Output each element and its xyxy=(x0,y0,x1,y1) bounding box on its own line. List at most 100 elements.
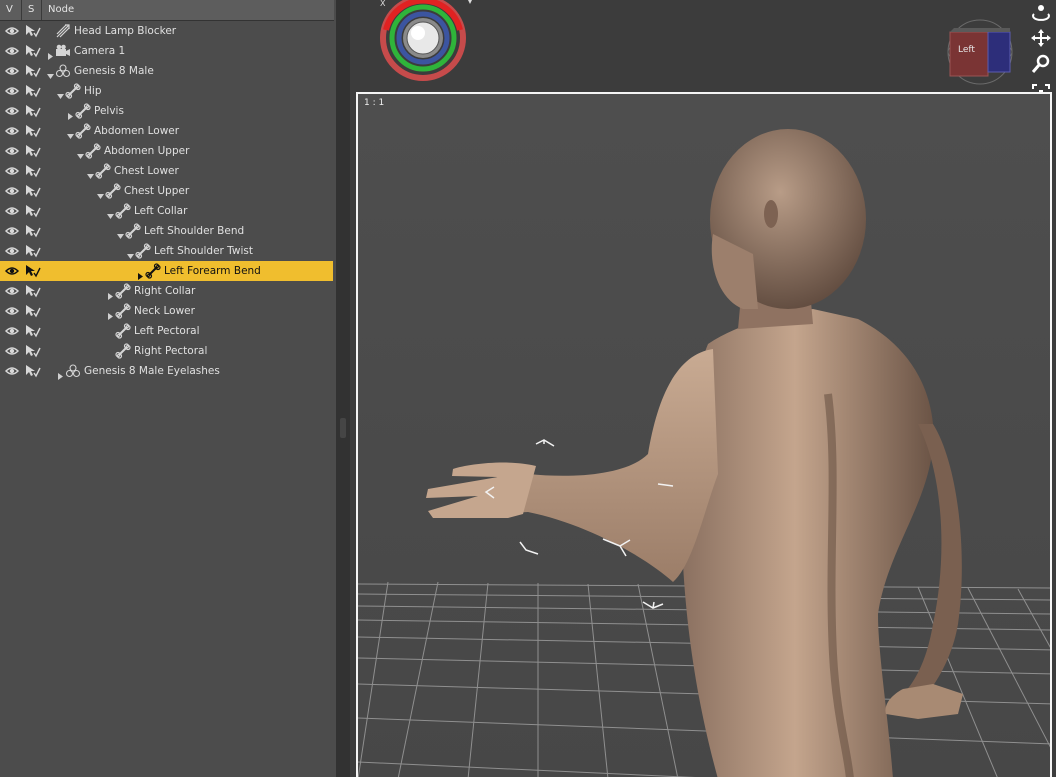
pan-icon[interactable] xyxy=(1030,28,1052,48)
visibility-eye-icon[interactable] xyxy=(5,86,19,96)
expand-arrow-down-icon[interactable] xyxy=(126,246,135,259)
selectable-cursor-icon[interactable] xyxy=(25,264,41,278)
expand-arrow-down-icon[interactable] xyxy=(56,86,65,99)
tree-row[interactable]: Neck Lower xyxy=(0,301,333,321)
selectable-cursor-icon[interactable] xyxy=(25,64,41,78)
tree-row[interactable]: Genesis 8 Male xyxy=(0,61,333,81)
bone-icon xyxy=(115,203,131,219)
bone-icon xyxy=(95,163,111,179)
tree-row[interactable]: Chest Lower xyxy=(0,161,333,181)
zoom-icon[interactable] xyxy=(1030,54,1052,74)
tree-row[interactable]: Pelvis xyxy=(0,101,333,121)
selectable-cursor-icon[interactable] xyxy=(25,44,41,58)
3d-viewport[interactable]: 1 : 1 xyxy=(356,92,1052,777)
expand-arrow-right-icon[interactable] xyxy=(66,106,75,120)
visibility-eye-icon[interactable] xyxy=(5,126,19,136)
splitter-grip[interactable] xyxy=(340,418,346,438)
tree-row-selected[interactable]: Left Forearm Bend xyxy=(0,261,333,281)
visibility-eye-icon[interactable] xyxy=(5,106,19,116)
scene-tree-header: V S Node xyxy=(0,0,334,21)
selectable-cursor-icon[interactable] xyxy=(25,304,41,318)
selectable-cursor-icon[interactable] xyxy=(25,224,41,238)
expand-arrow-right-icon[interactable] xyxy=(46,46,55,60)
panel-splitter[interactable] xyxy=(336,0,350,777)
camera-icon xyxy=(55,43,71,59)
visibility-eye-icon[interactable] xyxy=(5,326,19,336)
visibility-column-header[interactable]: V xyxy=(0,0,22,20)
visibility-eye-icon[interactable] xyxy=(5,226,19,236)
node-column-header[interactable]: Node xyxy=(42,0,334,20)
visibility-eye-icon[interactable] xyxy=(5,26,19,36)
expand-arrow-down-icon[interactable] xyxy=(76,146,85,159)
bone-icon xyxy=(75,103,91,119)
node-label: Neck Lower xyxy=(134,305,195,317)
bone-icon xyxy=(115,343,131,359)
bone-icon xyxy=(115,303,131,319)
node-label: Genesis 8 Male xyxy=(74,65,154,77)
expand-arrow-down-icon[interactable] xyxy=(106,206,115,219)
expand-arrow-right-icon[interactable] xyxy=(56,366,65,380)
visibility-eye-icon[interactable] xyxy=(5,346,19,356)
svg-text:X: X xyxy=(380,0,386,8)
visibility-eye-icon[interactable] xyxy=(5,186,19,196)
expand-arrow-down-icon[interactable] xyxy=(46,66,55,79)
navigation-cube[interactable] xyxy=(940,14,1018,90)
visibility-eye-icon[interactable] xyxy=(5,46,19,56)
selectable-cursor-icon[interactable] xyxy=(25,24,41,38)
visibility-eye-icon[interactable] xyxy=(5,306,19,316)
selectable-cursor-icon[interactable] xyxy=(25,244,41,258)
tree-row[interactable]: Genesis 8 Male Eyelashes xyxy=(0,361,333,381)
tree-row[interactable]: Right Pectoral xyxy=(0,341,333,361)
tree-row[interactable]: Left Collar xyxy=(0,201,333,221)
tree-row[interactable]: Right Collar xyxy=(0,281,333,301)
navcube-face-label: Left xyxy=(958,45,975,55)
rotation-gizmo[interactable]: X xyxy=(376,0,472,84)
expand-arrow-down-icon[interactable] xyxy=(96,186,105,199)
scene-tree: Head Lamp Blocker Camera 1 Genesis 8 Male H… xyxy=(0,21,334,381)
tree-row[interactable]: Left Shoulder Bend xyxy=(0,221,333,241)
expand-arrow-down-icon[interactable] xyxy=(66,126,75,139)
selectable-cursor-icon[interactable] xyxy=(25,344,41,358)
visibility-eye-icon[interactable] xyxy=(5,166,19,176)
selectable-cursor-icon[interactable] xyxy=(25,364,41,378)
tree-row[interactable]: Camera 1 xyxy=(0,41,333,61)
visibility-eye-icon[interactable] xyxy=(5,206,19,216)
selectable-cursor-icon[interactable] xyxy=(25,84,41,98)
tree-row[interactable]: Abdomen Upper xyxy=(0,141,333,161)
light-icon xyxy=(55,23,71,39)
visibility-eye-icon[interactable] xyxy=(5,366,19,376)
selectable-cursor-icon[interactable] xyxy=(25,204,41,218)
selectable-cursor-icon[interactable] xyxy=(25,164,41,178)
selectable-cursor-icon[interactable] xyxy=(25,144,41,158)
bone-icon xyxy=(125,223,141,239)
node-label: Chest Upper xyxy=(124,185,190,197)
visibility-eye-icon[interactable] xyxy=(5,266,19,276)
tree-row[interactable]: Left Shoulder Twist xyxy=(0,241,333,261)
expand-arrow-right-icon[interactable] xyxy=(106,286,115,300)
tree-row[interactable]: Abdomen Lower xyxy=(0,121,333,141)
expand-arrow-down-icon[interactable] xyxy=(86,166,95,179)
orbit-icon[interactable] xyxy=(1030,2,1052,22)
bone-icon xyxy=(135,243,151,259)
visibility-eye-icon[interactable] xyxy=(5,246,19,256)
tree-row[interactable]: Left Pectoral xyxy=(0,321,333,341)
selectability-column-header[interactable]: S xyxy=(22,0,42,20)
tree-row[interactable]: Hip xyxy=(0,81,333,101)
selectable-cursor-icon[interactable] xyxy=(25,184,41,198)
tree-row[interactable]: Chest Upper xyxy=(0,181,333,201)
tree-row[interactable]: Head Lamp Blocker xyxy=(0,21,333,41)
expand-arrow-down-icon[interactable] xyxy=(116,226,125,239)
visibility-eye-icon[interactable] xyxy=(5,66,19,76)
selectable-cursor-icon[interactable] xyxy=(25,104,41,118)
expand-arrow-right-icon[interactable] xyxy=(136,266,145,280)
visibility-eye-icon[interactable] xyxy=(5,286,19,296)
viewport-scene[interactable] xyxy=(358,94,1052,777)
node-label: Hip xyxy=(84,85,102,97)
selectable-cursor-icon[interactable] xyxy=(25,124,41,138)
figure-icon xyxy=(55,63,71,79)
selectable-cursor-icon[interactable] xyxy=(25,324,41,338)
selectable-cursor-icon[interactable] xyxy=(25,284,41,298)
expand-arrow-right-icon[interactable] xyxy=(106,306,115,320)
visibility-eye-icon[interactable] xyxy=(5,146,19,156)
bone-icon xyxy=(105,183,121,199)
